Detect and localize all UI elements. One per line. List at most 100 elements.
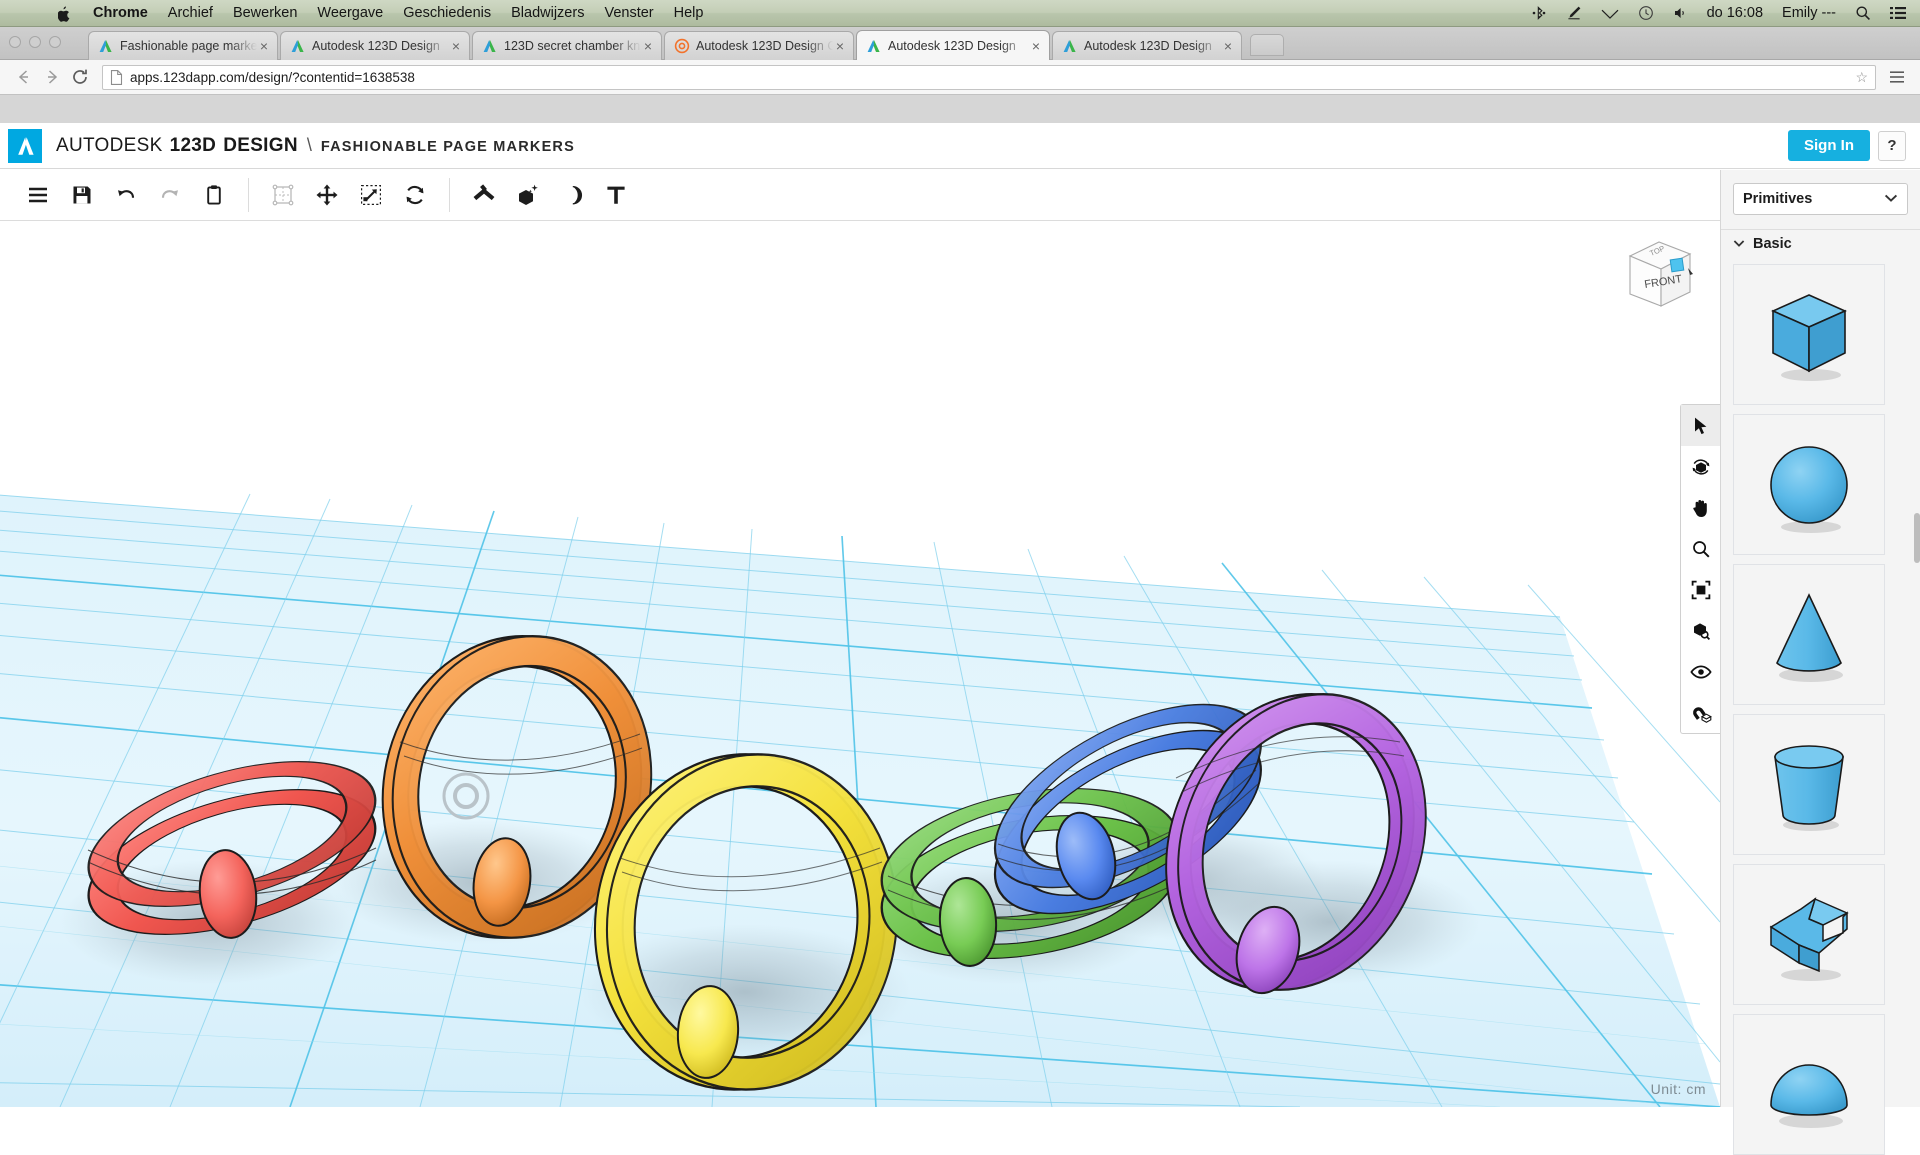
sphere-shape[interactable]: [1733, 414, 1885, 555]
visibility-tool[interactable]: [1681, 651, 1720, 692]
wifi-icon[interactable]: [1601, 6, 1619, 20]
search-icon[interactable]: [1855, 5, 1871, 21]
browser-tab-active[interactable]: Autodesk 123D Design ×: [856, 30, 1050, 60]
tab-title: Autodesk 123D Design: [312, 39, 440, 53]
box-shape[interactable]: [1733, 264, 1885, 405]
hamburger-menu-icon[interactable]: [1884, 64, 1910, 90]
app-menu-button[interactable]: [16, 175, 60, 215]
shape-list: [1721, 258, 1920, 1155]
hemisphere-icon: [1770, 1063, 1848, 1128]
menu-item-weergave[interactable]: Weergave: [317, 5, 383, 21]
tab-close-icon[interactable]: ×: [1221, 39, 1235, 53]
page-icon: [110, 69, 123, 85]
redo-button[interactable]: [148, 175, 192, 215]
menu-item-bladwijzers[interactable]: Bladwijzers: [511, 5, 584, 21]
3d-canvas[interactable]: [0, 222, 1720, 1107]
address-bar[interactable]: apps.123dapp.com/design/?contentid=16385…: [102, 64, 1876, 90]
pen-icon[interactable]: [1566, 5, 1582, 21]
viewcube[interactable]: FRONT TOP: [1616, 232, 1702, 318]
browser-tab[interactable]: Fashionable page markers ×: [88, 31, 278, 60]
select-box-button[interactable]: [261, 175, 305, 215]
navigation-toolbar: [1680, 404, 1720, 734]
save-button[interactable]: [60, 175, 104, 215]
fit-tool[interactable]: [1681, 569, 1720, 610]
brand-autodesk: AUTODESK: [56, 134, 163, 156]
arrow-right-icon[interactable]: [38, 64, 66, 90]
tab-close-icon[interactable]: ×: [257, 39, 271, 53]
move-button[interactable]: [305, 175, 349, 215]
app-toolbar: [0, 169, 1720, 221]
autodesk-favicon: [98, 38, 114, 54]
menu-item-bewerken[interactable]: Bewerken: [233, 5, 297, 21]
text-button[interactable]: [594, 175, 638, 215]
primitives-category-value: Primitives: [1743, 191, 1813, 207]
shapes-panel: Primitives Basic: [1720, 170, 1920, 1155]
browser-toolbar: apps.123dapp.com/design/?contentid=16385…: [0, 60, 1920, 95]
minimize-button[interactable]: [29, 36, 41, 48]
scale-button[interactable]: [349, 175, 393, 215]
brand-123d: 123D: [169, 134, 217, 156]
basic-section-header[interactable]: Basic: [1721, 229, 1920, 258]
bluetooth-icon[interactable]: [1531, 5, 1547, 21]
panel-scrollbar-handle[interactable]: [1914, 513, 1920, 563]
browser-tab[interactable]: 123D secret chamber knitt ×: [472, 31, 662, 60]
snap-tool[interactable]: [1681, 692, 1720, 733]
cone-icon: [1776, 592, 1843, 682]
tab-close-icon[interactable]: ×: [1029, 39, 1043, 53]
tab-close-icon[interactable]: ×: [641, 39, 655, 53]
browser-window: Fashionable page markers × Autodesk 123D…: [0, 27, 1920, 1155]
select-tool[interactable]: [1681, 405, 1720, 446]
apple-icon[interactable]: [58, 5, 73, 22]
pan-tool[interactable]: [1681, 487, 1720, 528]
cube-icon: [1771, 293, 1847, 381]
zoom-object-tool[interactable]: [1681, 610, 1720, 651]
undo-button[interactable]: [104, 175, 148, 215]
menu-item-geschiedenis[interactable]: Geschiedenis: [403, 5, 491, 21]
app-root: AUTODESK 123D DESIGN \ FASHIONABLE PAGE …: [0, 123, 1920, 1155]
tab-close-icon[interactable]: ×: [833, 39, 847, 53]
menu-item-chrome[interactable]: Chrome: [93, 5, 148, 21]
hemisphere-shape[interactable]: [1733, 1014, 1885, 1155]
cylinder-shape[interactable]: [1733, 714, 1885, 855]
timemachine-icon[interactable]: [1638, 5, 1654, 21]
combine-button[interactable]: [462, 175, 506, 215]
cone-shape[interactable]: [1733, 564, 1885, 705]
sign-in-button[interactable]: Sign In: [1788, 130, 1870, 161]
primitive-button[interactable]: [506, 175, 550, 215]
window-buttons[interactable]: [9, 36, 61, 48]
wedge-shape[interactable]: [1733, 864, 1885, 1005]
browser-tab[interactable]: Autodesk 123D Design ×: [1052, 31, 1242, 60]
tab-title: Fashionable page markers: [120, 39, 257, 53]
menu-item-help[interactable]: Help: [674, 5, 704, 21]
url-text[interactable]: apps.123dapp.com/design/?contentid=16385…: [130, 70, 1855, 85]
primitives-category-select[interactable]: Primitives: [1733, 183, 1908, 215]
viewcube-corner-highlight: [1669, 257, 1685, 273]
help-button[interactable]: ?: [1878, 130, 1906, 161]
orbit-tool[interactable]: [1681, 446, 1720, 487]
chevron-down-icon: [1884, 191, 1898, 207]
browser-tab[interactable]: Autodesk 123D Design ×: [280, 31, 470, 60]
rotate-button[interactable]: [393, 175, 437, 215]
menu-item-venster[interactable]: Venster: [604, 5, 653, 21]
zoom-button[interactable]: [49, 36, 61, 48]
star-icon[interactable]: ☆: [1855, 69, 1868, 86]
autodesk-logo-icon[interactable]: [8, 128, 42, 163]
reload-icon[interactable]: [66, 64, 94, 90]
tab-close-icon[interactable]: ×: [449, 39, 463, 53]
viewport[interactable]: FRONT TOP Unit: cm: [0, 222, 1720, 1107]
brand-separator: \: [306, 134, 312, 155]
arrow-left-icon[interactable]: [10, 64, 38, 90]
new-tab-button[interactable]: [1250, 34, 1284, 56]
header-actions: Sign In ?: [1788, 130, 1920, 161]
zoom-tool[interactable]: [1681, 528, 1720, 569]
close-button[interactable]: [9, 36, 21, 48]
menu-item-archief[interactable]: Archief: [168, 5, 213, 21]
autodesk-favicon: [482, 38, 498, 54]
paste-button[interactable]: [192, 175, 236, 215]
construct-button[interactable]: [550, 175, 594, 215]
volume-icon[interactable]: [1673, 6, 1688, 20]
tab-title: Autodesk 123D Design Cha: [696, 39, 833, 53]
browser-tab[interactable]: Autodesk 123D Design Cha ×: [664, 31, 854, 60]
menubar-username[interactable]: Emily ---: [1782, 5, 1836, 21]
notification-center-icon[interactable]: [1890, 6, 1906, 20]
